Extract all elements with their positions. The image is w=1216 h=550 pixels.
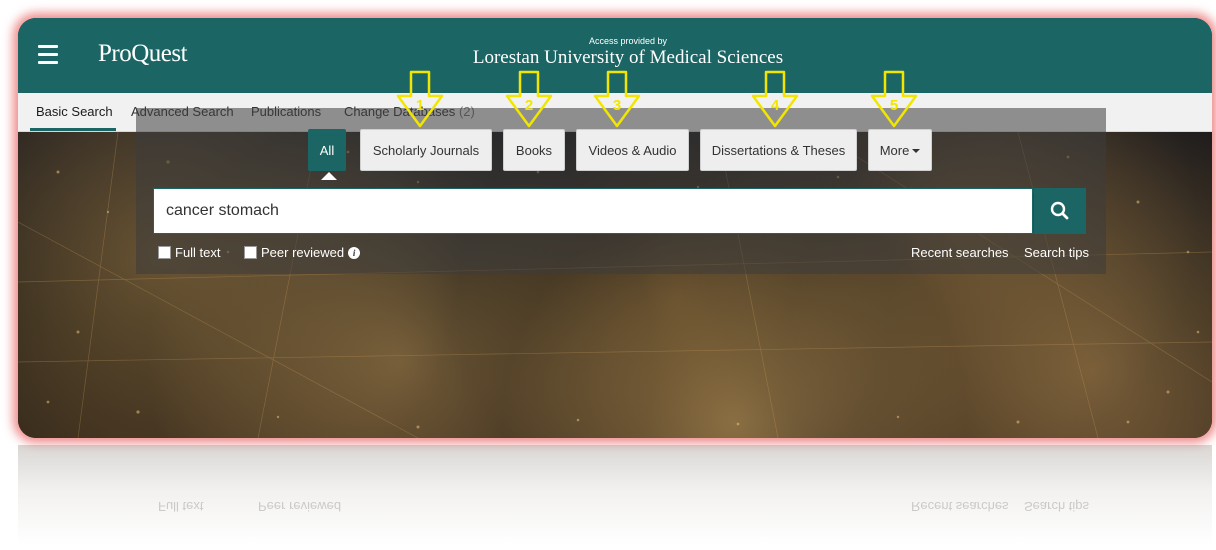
menu-icon[interactable] bbox=[38, 45, 58, 65]
full-text-checkbox[interactable] bbox=[158, 246, 171, 259]
proquest-screenshot-frame: ProQuest Access provided by Lorestan Uni… bbox=[18, 18, 1212, 438]
annotation-arrow-4: 4 bbox=[751, 70, 799, 128]
frame-reflection bbox=[18, 445, 1212, 545]
annotation-arrow-3: 3 bbox=[593, 70, 641, 128]
active-tab-underline bbox=[30, 128, 116, 131]
institution-name: Lorestan University of Medical Sciences bbox=[472, 47, 784, 68]
selected-tab-pointer bbox=[321, 172, 337, 180]
source-tab-books[interactable]: Books bbox=[503, 129, 565, 171]
chevron-down-icon bbox=[912, 149, 921, 153]
source-tab-dissertations-theses[interactable]: Dissertations & Theses bbox=[700, 129, 857, 171]
arrow-label-5: 5 bbox=[890, 97, 898, 114]
full-text-label: Full text bbox=[175, 245, 221, 260]
source-tab-scholarly-journals[interactable]: Scholarly Journals bbox=[360, 129, 492, 171]
peer-reviewed-checkbox[interactable] bbox=[244, 246, 257, 259]
more-label: More bbox=[879, 142, 910, 158]
full-text-option: Full text bbox=[158, 245, 221, 260]
info-icon[interactable]: i bbox=[348, 246, 361, 259]
access-provider: Access provided by Lorestan University o… bbox=[418, 36, 838, 69]
search-icon bbox=[1050, 201, 1069, 220]
recent-searches-link[interactable]: Recent searches bbox=[911, 245, 1009, 260]
tab-basic-search[interactable]: Basic Search bbox=[36, 104, 113, 119]
source-tab-all[interactable]: All bbox=[308, 129, 346, 171]
search-tips-link[interactable]: Search tips bbox=[1024, 245, 1089, 260]
peer-reviewed-label: Peer reviewed bbox=[261, 245, 345, 260]
reflection-full-text: Full text bbox=[158, 499, 204, 514]
peer-reviewed-option: Peer reviewed i bbox=[244, 245, 361, 260]
access-label: Access provided by bbox=[588, 36, 668, 46]
source-tab-videos-audio[interactable]: Videos & Audio bbox=[576, 129, 689, 171]
arrow-label-4: 4 bbox=[771, 97, 780, 114]
annotation-arrow-1: 1 bbox=[396, 70, 444, 128]
search-button[interactable] bbox=[1034, 188, 1086, 234]
arrow-label-3: 3 bbox=[613, 97, 621, 114]
source-tab-more[interactable]: More bbox=[868, 129, 932, 171]
annotation-arrow-5: 5 bbox=[870, 70, 918, 128]
search-input[interactable]: cancer stomach bbox=[153, 188, 1033, 234]
arrow-label-1: 1 bbox=[416, 97, 424, 114]
arrow-label-2: 2 bbox=[525, 97, 533, 114]
reflection-search-tips: Search tips bbox=[1024, 499, 1090, 514]
reflection-peer-reviewed: Peer reviewed bbox=[258, 499, 342, 514]
proquest-logo[interactable]: ProQuest bbox=[98, 40, 188, 68]
reflection-recent-searches: Recent searches bbox=[911, 499, 1009, 514]
annotation-arrow-2: 2 bbox=[505, 70, 553, 128]
